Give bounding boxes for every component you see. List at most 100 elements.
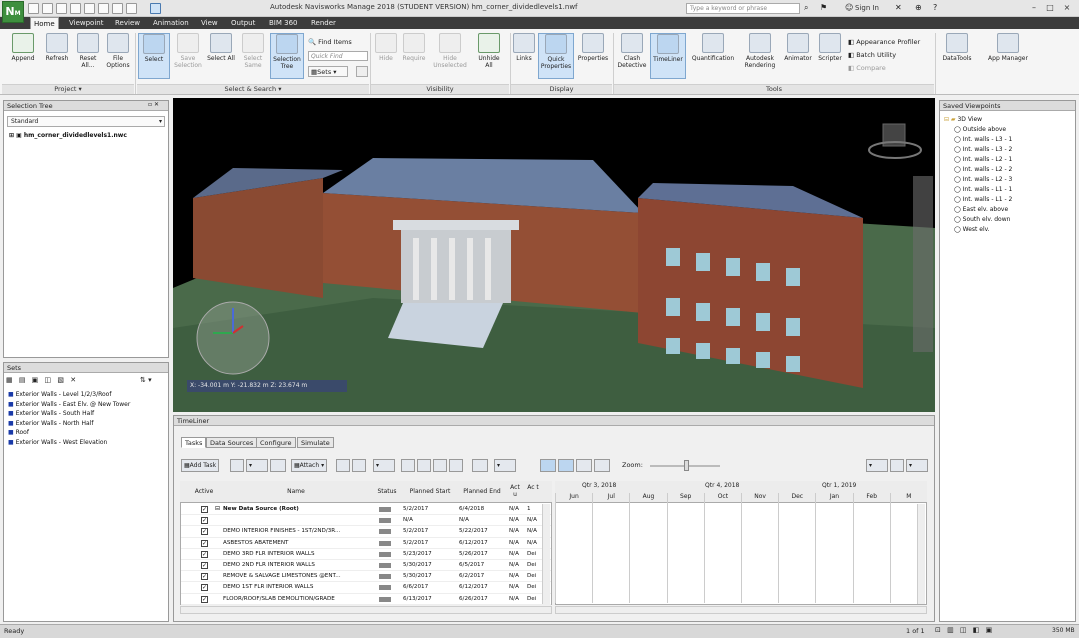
qat-undo-icon[interactable]	[84, 3, 95, 14]
viewpoint-item[interactable]: ◯ West elv.	[944, 226, 1074, 236]
set-item[interactable]: ■ Exterior Walls - West Elevation	[8, 439, 166, 449]
tab-viewpoint[interactable]: Viewpoint	[66, 17, 106, 29]
tab-configure[interactable]: Configure	[256, 437, 296, 448]
search-icon[interactable]: ⌕	[804, 3, 808, 13]
user-icon[interactable]: ☺	[845, 3, 853, 12]
task-active-checkbox[interactable]: ✓	[201, 517, 208, 525]
scripter-button[interactable]: Scripter	[816, 33, 844, 62]
subscription-icon[interactable]: ⚑	[820, 3, 827, 12]
task-active-checkbox[interactable]: ✓	[201, 550, 208, 558]
qat-save-icon[interactable]	[56, 3, 67, 14]
delete-task-icon[interactable]	[270, 459, 286, 472]
qat-settings-icon[interactable]	[126, 3, 137, 14]
timeliner-tool-icon[interactable]	[417, 459, 431, 472]
tab-tasks[interactable]: Tasks	[181, 437, 207, 448]
3d-viewport[interactable]: X: -34.001 m Y: -21.832 m Z: 23.674 m	[173, 98, 935, 412]
task-row[interactable]: ✓ DEMO 3RD FLR INTERIOR WALLS 5/23/2017 5/2…	[181, 549, 551, 560]
col-status[interactable]: Status	[373, 488, 401, 495]
require-button[interactable]: Require	[400, 33, 428, 62]
clash-detective-button[interactable]: Clash Detective	[616, 33, 648, 69]
qat-refresh-icon[interactable]	[112, 3, 123, 14]
file-options-button[interactable]: File Options	[104, 33, 132, 69]
timeliner-tool-icon[interactable]	[352, 459, 366, 472]
viewpoint-item[interactable]: ◯ Int. walls - L3 - 2	[944, 146, 1074, 156]
viewpoint-item[interactable]: ◯ Outside above	[944, 126, 1074, 136]
tab-view[interactable]: View	[198, 17, 221, 29]
task-row[interactable]: ✓ DEMO INTERIOR FINISHES - 1ST/2ND/3R... 5…	[181, 526, 551, 538]
sets-dropdown[interactable]: ▦Sets ▾	[308, 66, 348, 77]
maximize-button[interactable]: □	[1044, 2, 1056, 14]
viewpoint-item[interactable]: ⊟ ▰ 3D View	[944, 116, 1074, 126]
minimize-button[interactable]: –	[1028, 2, 1040, 14]
auto-add-icon[interactable]: ▾	[246, 459, 268, 472]
set-item[interactable]: ■ Exterior Walls - South Half	[8, 410, 166, 420]
gantt-view-icon[interactable]	[558, 459, 574, 472]
col-actual-end[interactable]: Ac t	[526, 484, 540, 491]
zoom-slider-handle[interactable]	[684, 460, 689, 471]
qat-print-icon[interactable]	[70, 3, 81, 14]
tab-simulate[interactable]: Simulate	[297, 437, 334, 448]
compare-button[interactable]: ◧ Compare	[848, 64, 886, 72]
task-active-checkbox[interactable]: ✓	[201, 561, 208, 569]
status-icons[interactable]: ⊡ ▥ ◫ ◧ ▣	[935, 626, 994, 634]
tab-home[interactable]: Home	[30, 17, 59, 29]
col-name[interactable]: Name	[222, 488, 370, 495]
tab-bim360[interactable]: BIM 360	[266, 17, 301, 29]
task-active-checkbox[interactable]: ✓	[201, 595, 208, 603]
selection-tree-button[interactable]: Selection Tree	[270, 33, 304, 79]
task-hscrollbar[interactable]	[180, 606, 552, 614]
set-item[interactable]: ■ Exterior Walls - Level 1/2/3/Roof	[8, 391, 166, 401]
hide-button[interactable]: Hide	[374, 33, 398, 62]
help-icon[interactable]: ?	[933, 3, 937, 12]
attach-button[interactable]: ▦Attach ▾	[291, 459, 328, 472]
select-all-button[interactable]: Select All	[206, 33, 236, 62]
tab-animation[interactable]: Animation	[150, 17, 192, 29]
comment-icon[interactable]	[472, 459, 488, 472]
manage-sets-icon[interactable]	[356, 66, 368, 77]
rules-icon[interactable]: ▾	[373, 459, 395, 472]
sign-in-link[interactable]: Sign In	[855, 4, 879, 12]
datatools-button[interactable]: DataTools	[940, 33, 974, 62]
task-row[interactable]: ✓ New Data Source (Root) 5/2/2017 6/4/2018 N…	[181, 504, 551, 516]
save-selection-button[interactable]: Save Selection	[172, 33, 204, 69]
export-icon[interactable]: ▾	[866, 459, 888, 472]
insert-task-icon[interactable]	[230, 459, 244, 472]
col-actual-start[interactable]: Act u	[508, 484, 522, 498]
append-button[interactable]: Append	[6, 33, 40, 62]
task-active-checkbox[interactable]: ✓	[201, 528, 208, 536]
tab-data-sources[interactable]: Data Sources	[206, 437, 258, 448]
exchange-icon[interactable]: ⊕	[915, 3, 922, 12]
reset-all-button[interactable]: Reset All...	[74, 33, 102, 69]
gantt-scrollbar[interactable]	[917, 504, 925, 604]
appearance-profiler-button[interactable]: ◧ Appearance Profiler	[848, 38, 920, 46]
timeliner-button[interactable]: TimeLiner	[650, 33, 686, 79]
timeliner-tool-icon[interactable]	[449, 459, 463, 472]
qat-redo-icon[interactable]	[98, 3, 109, 14]
batch-utility-button[interactable]: ◧ Batch Utility	[848, 51, 896, 59]
timeliner-tool-icon[interactable]	[433, 459, 447, 472]
tab-review[interactable]: Review	[112, 17, 143, 29]
add-task-button[interactable]: ▦Add Task	[181, 459, 220, 472]
col-planned-end[interactable]: Planned End	[458, 488, 506, 495]
task-scrollbar[interactable]	[542, 504, 550, 604]
group-project[interactable]: Project ▾	[2, 84, 134, 94]
viewpoint-item[interactable]: ◯ Int. walls - L2 - 1	[944, 156, 1074, 166]
selection-tree-dropdown[interactable]: Standard ▾	[7, 116, 165, 127]
panel-close-icon[interactable]: ▫ ✕	[148, 101, 159, 108]
sets-sort-icon[interactable]: ⇅ ▾	[140, 376, 152, 384]
tab-render[interactable]: Render	[308, 17, 339, 29]
select-button[interactable]: Select	[138, 33, 170, 79]
close-button[interactable]: ×	[1061, 2, 1073, 14]
tab-output[interactable]: Output	[228, 17, 258, 29]
task-row[interactable]: ✓ REMOVE & SALVAGE LIMESTONES @ENT... 5/30…	[181, 571, 551, 583]
task-active-checkbox[interactable]: ✓	[201, 506, 208, 513]
viewpoint-item[interactable]: ◯ East elv. above	[944, 206, 1074, 216]
task-row[interactable]: ✓ DEMO 2ND FLR INTERIOR WALLS 5/30/2017 6/5…	[181, 560, 551, 572]
timeliner-tool-icon[interactable]	[336, 459, 350, 472]
col-planned-start[interactable]: Planned Start	[404, 488, 456, 495]
columns-icon[interactable]: ▾	[494, 459, 516, 472]
tree-root-item[interactable]: ⊞ ▣ hm_corner_dividedlevels1.nwc	[9, 132, 127, 139]
task-row[interactable]: ✓ ASBESTOS ABATEMENT 5/2/2017 6/12/2017 N/A N…	[181, 538, 551, 549]
qat-open-icon[interactable]	[42, 3, 53, 14]
quick-find-input[interactable]: Quick Find	[308, 51, 368, 61]
